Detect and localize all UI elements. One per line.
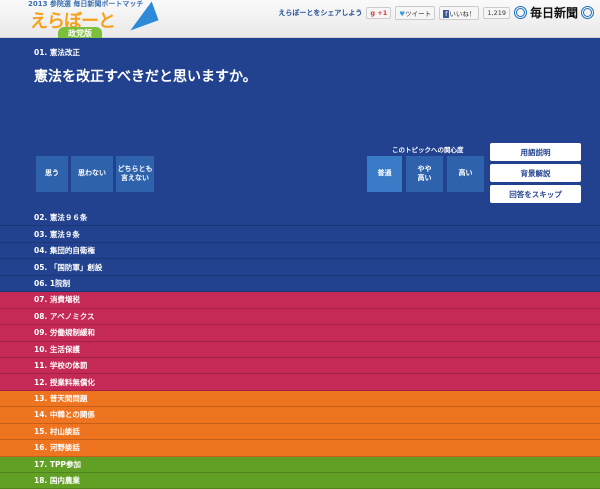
gplus-label: +1 xyxy=(377,9,387,17)
topic-label: 15. 村山談話 xyxy=(34,426,80,437)
topic-row[interactable]: 18. 国内農業 xyxy=(0,473,600,489)
answer-neutral-button[interactable]: どちらとも 言えない xyxy=(116,156,154,192)
topic-label: 13. 普天間問題 xyxy=(34,393,87,404)
topic-label: 10. 生活保護 xyxy=(34,344,80,355)
topic-row[interactable]: 03. 憲法９条 xyxy=(0,226,600,242)
topic-label: 16. 河野談話 xyxy=(34,442,80,453)
topic-row[interactable]: 02. 憲法９６条 xyxy=(0,210,600,226)
like-button[interactable]: fいいね！ xyxy=(439,6,479,20)
like-label: いいね！ xyxy=(449,10,475,18)
share-label: えらぼーとをシェアしよう xyxy=(278,8,362,18)
question-number: 01. 憲法改正 xyxy=(34,47,80,58)
header: 2013 参院選 毎日新聞ボートマッチ えらぼーと 政党版 えらぼーとをシェアし… xyxy=(0,0,600,38)
share-bar: えらぼーとをシェアしよう g +1 ♥ツイート fいいね！ 1,219 毎日新聞 xyxy=(278,4,594,21)
answer-disagree-button[interactable]: 思わない xyxy=(71,156,113,192)
topic-label: 04. 集団的自衛権 xyxy=(34,245,95,256)
skip-button[interactable]: 回答をスキップ xyxy=(490,185,581,203)
topic-label: 06. 1院制 xyxy=(34,278,70,289)
like-count: 1,219 xyxy=(483,7,510,19)
topic-row[interactable]: 04. 集団的自衛権 xyxy=(0,243,600,259)
topic-row[interactable]: 08. アベノミクス xyxy=(0,309,600,325)
topic-label: 08. アベノミクス xyxy=(34,311,95,322)
topic-row[interactable]: 10. 生活保護 xyxy=(0,342,600,358)
topic-label: 03. 憲法９条 xyxy=(34,229,80,240)
topic-label: 09. 労働規制緩和 xyxy=(34,327,95,338)
tweet-button[interactable]: ♥ツイート xyxy=(395,6,435,20)
topic-row[interactable]: 17. TPP参加 xyxy=(0,457,600,473)
topic-row[interactable]: 14. 中韓との関係 xyxy=(0,407,600,423)
glossary-button[interactable]: 用語説明 xyxy=(490,143,581,161)
topic-row[interactable]: 11. 学校の体罰 xyxy=(0,358,600,374)
topic-label: 12. 授業料無償化 xyxy=(34,377,95,388)
topic-row[interactable]: 12. 授業料無償化 xyxy=(0,374,600,390)
topic-label: 02. 憲法９６条 xyxy=(34,212,87,223)
topic-row[interactable]: 07. 消費増税 xyxy=(0,292,600,308)
tweet-label: ツイート xyxy=(405,10,431,18)
question-text: 憲法を改正すべきだと思いますか。 xyxy=(34,66,257,86)
gplus-button[interactable]: g +1 xyxy=(366,7,391,19)
mainichi-mark-icon xyxy=(581,6,594,19)
topic-label: 17. TPP参加 xyxy=(34,459,81,470)
answer-agree-button[interactable]: 思う xyxy=(36,156,68,192)
mainichi-mark-icon xyxy=(514,6,527,19)
newspaper-name: 毎日新聞 xyxy=(530,4,578,21)
interest-somewhat-high-button[interactable]: やや 高い xyxy=(406,156,443,192)
topic-row[interactable]: 13. 普天間問題 xyxy=(0,391,600,407)
topic-list: 02. 憲法９６条 03. 憲法９条 04. 集団的自衛権 05. 「国防軍」創設 06… xyxy=(0,210,600,489)
interest-label: このトピックへの関心度 xyxy=(392,144,464,154)
topic-row[interactable]: 05. 「国防軍」創設 xyxy=(0,259,600,275)
question-panel: 01. 憲法改正 憲法を改正すべきだと思いますか。 思う 思わない どちらとも … xyxy=(0,38,600,210)
topic-row[interactable]: 09. 労働規制緩和 xyxy=(0,325,600,341)
topic-row[interactable]: 16. 河野談話 xyxy=(0,440,600,456)
topic-label: 18. 国内農業 xyxy=(34,475,80,486)
topic-label: 11. 学校の体罰 xyxy=(34,360,87,371)
topic-label: 07. 消費増税 xyxy=(34,294,80,305)
topic-label: 05. 「国防軍」創設 xyxy=(34,262,102,273)
interest-normal-button[interactable]: 普通 xyxy=(367,156,402,192)
topic-row[interactable]: 15. 村山談話 xyxy=(0,424,600,440)
background-button[interactable]: 背景解説 xyxy=(490,164,581,182)
topic-label: 14. 中韓との関係 xyxy=(34,409,95,420)
interest-high-button[interactable]: 高い xyxy=(447,156,484,192)
topic-row[interactable]: 06. 1院制 xyxy=(0,276,600,292)
mainichi-logo[interactable]: 毎日新聞 xyxy=(514,4,594,21)
